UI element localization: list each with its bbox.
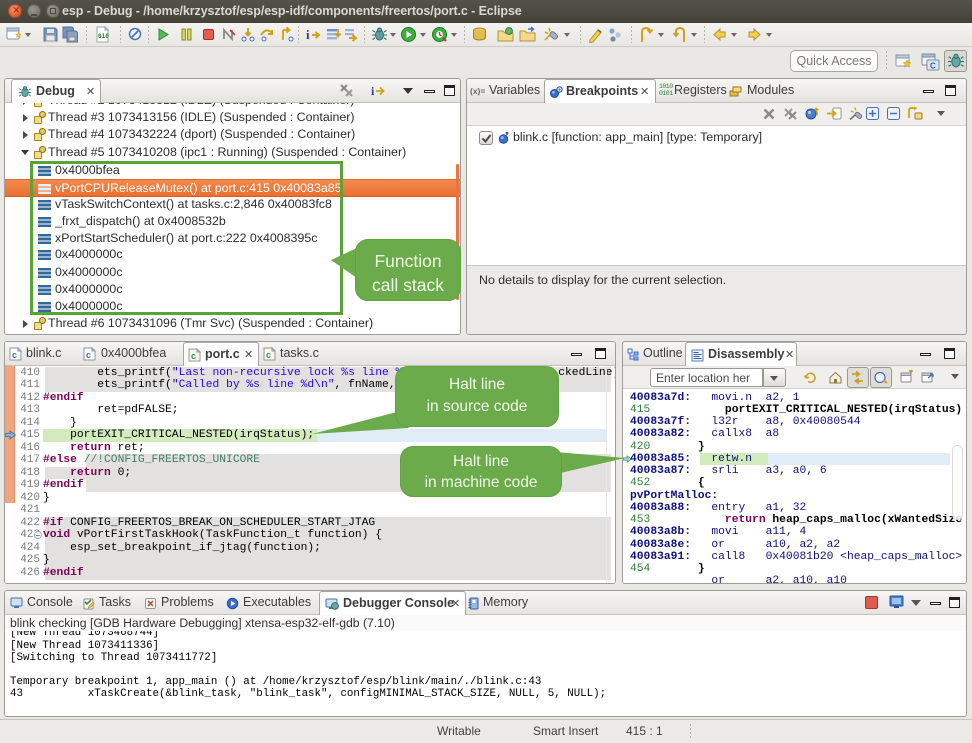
svg-text:i: i: [371, 84, 375, 98]
svg-text:c: c: [12, 350, 17, 360]
svg-text:i: i: [306, 27, 310, 42]
svg-text:c: c: [86, 350, 91, 360]
svg-text:010: 010: [98, 33, 109, 40]
svg-text:c: c: [266, 350, 271, 360]
svg-text:C: C: [930, 62, 936, 71]
svg-text:c: c: [191, 351, 196, 361]
